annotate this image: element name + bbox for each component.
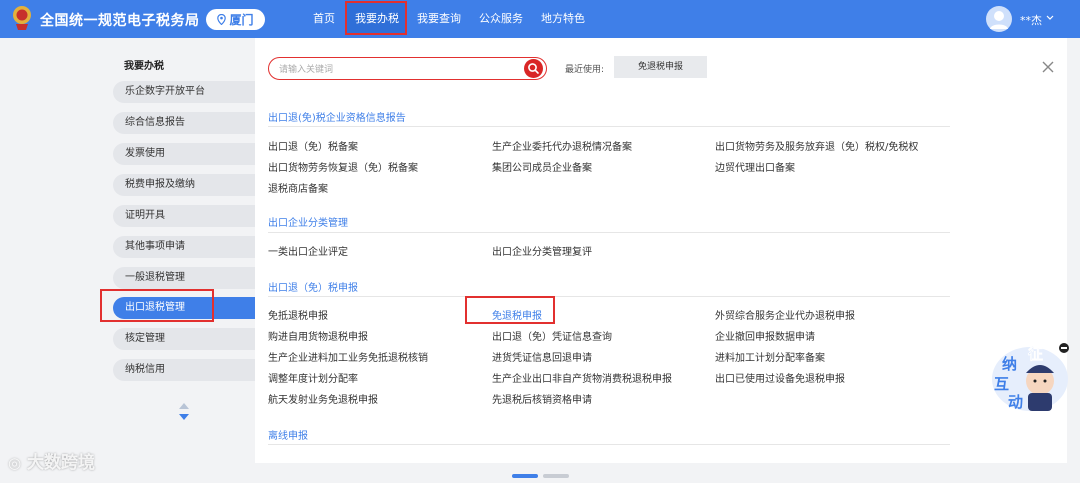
menu-link[interactable]: 生产企业出口非自产货物消费税退税申报 <box>492 370 672 385</box>
sidebar-item-other-requests[interactable]: 其他事项申请 <box>113 236 255 258</box>
user-name[interactable]: **杰 <box>1020 12 1042 28</box>
sidebar-item-tax-credit[interactable]: 纳税信用 <box>113 359 255 381</box>
location-pin-icon <box>217 14 227 25</box>
city-selector[interactable]: 厦门 <box>206 9 265 30</box>
search-input[interactable] <box>277 60 516 79</box>
nav-public-service[interactable]: 公众服务 <box>479 0 523 38</box>
menu-link[interactable]: 边贸代理出口备案 <box>715 159 795 174</box>
sidebar-item-invoice[interactable]: 发票使用 <box>113 143 255 165</box>
close-icon[interactable] <box>1042 61 1054 73</box>
menu-link[interactable]: 生产企业委托代办退税情况备案 <box>492 138 632 153</box>
menu-link[interactable]: 先退税后核销资格申请 <box>492 391 592 406</box>
chevron-down-icon[interactable] <box>1046 11 1054 25</box>
menu-link[interactable]: 企业撤回申报数据申请 <box>715 328 815 343</box>
menu-link[interactable]: 集团公司成员企业备案 <box>492 159 592 174</box>
section-divider <box>268 444 950 445</box>
pager-dot-active[interactable] <box>512 474 538 478</box>
nav-tax-handling[interactable]: 我要办税 <box>355 0 399 38</box>
section-divider <box>268 126 950 127</box>
menu-link[interactable]: 购进自用货物退税申报 <box>268 328 368 343</box>
bottom-strip <box>0 463 1080 483</box>
recent-item-chip[interactable]: 免退税申报 <box>614 56 707 78</box>
scroll-arrows-icon[interactable] <box>177 401 191 423</box>
sidebar-item-tax-filing[interactable]: 税费申报及缴纳 <box>113 174 255 196</box>
menu-link[interactable]: 生产企业进料加工业务免抵退税核销 <box>268 349 428 364</box>
link-highlight <box>465 296 555 324</box>
top-navigation-bar: 全国统一规范电子税务局 厦门 首页 我要办税 我要查询 公众服务 地方特色 **… <box>0 0 1080 38</box>
widget-char: 动 <box>1008 393 1024 411</box>
section-title-refund-filing: 出口退（免）税申报 <box>268 283 358 294</box>
city-name: 厦门 <box>229 13 254 27</box>
menu-link[interactable]: 调整年度计划分配率 <box>268 370 358 385</box>
sidebar-active-highlight <box>100 289 214 322</box>
menu-link[interactable]: 出口退（免）凭证信息查询 <box>492 328 612 343</box>
menu-link[interactable]: 退税商店备案 <box>268 180 328 195</box>
section-divider <box>268 232 950 233</box>
search-button[interactable] <box>524 59 543 78</box>
menu-link[interactable]: 外贸综合服务企业代办退税申报 <box>715 307 855 322</box>
menu-link[interactable]: 出口已使用过设备免退税申报 <box>715 370 845 385</box>
pager-dot[interactable] <box>543 474 569 478</box>
site-title[interactable]: 全国统一规范电子税务局 <box>40 10 200 30</box>
section-title-qualification: 出口退(免)税企业资格信息报告 <box>268 113 406 124</box>
watermark-logo: ◎ 大数跨境 <box>8 448 95 473</box>
nav-local-feature[interactable]: 地方特色 <box>541 0 585 38</box>
nav-query[interactable]: 我要查询 <box>417 0 461 38</box>
nav-home[interactable]: 首页 <box>313 0 335 38</box>
menu-link[interactable]: 进料加工计划分配率备案 <box>715 349 825 364</box>
widget-char: 纳 <box>1002 355 1018 373</box>
menu-link[interactable]: 出口货物劳务恢复退（免）税备案 <box>268 159 418 174</box>
user-icon <box>990 11 1008 29</box>
section-divider <box>268 296 950 297</box>
search-icon <box>528 63 539 74</box>
sidebar-heading: 我要办税 <box>124 61 164 72</box>
tax-interaction-widget[interactable]: 征 纳 互 动 <box>990 343 1070 413</box>
widget-char: 征 <box>1028 345 1044 364</box>
menu-link[interactable]: 一类出口企业评定 <box>268 243 348 258</box>
recent-use-label: 最近使用: <box>565 65 605 75</box>
menu-link[interactable]: 免抵退税申报 <box>268 307 328 322</box>
tax-emblem-icon <box>13 6 31 30</box>
watermark-icon: ◎ <box>8 454 22 472</box>
user-avatar[interactable] <box>986 6 1012 32</box>
section-title-classification: 出口企业分类管理 <box>268 218 348 229</box>
menu-link[interactable]: 出口退（免）税备案 <box>268 138 358 153</box>
sidebar-item-general-refund[interactable]: 一般退税管理 <box>113 267 255 289</box>
search-field[interactable] <box>268 57 547 80</box>
sidebar-item-assessment[interactable]: 核定管理 <box>113 328 255 350</box>
sidebar-item-info-report[interactable]: 综合信息报告 <box>113 112 255 134</box>
widget-char: 互 <box>994 375 1010 393</box>
menu-link[interactable]: 出口企业分类管理复评 <box>492 243 592 258</box>
section-title-offline-filing: 离线申报 <box>268 431 308 442</box>
menu-link[interactable]: 出口货物劳务及服务放弃退（免）税权/免税权 <box>715 138 918 153</box>
sidebar-item-leqi-platform[interactable]: 乐企数字开放平台 <box>113 81 255 103</box>
menu-link[interactable]: 进货凭证信息回退申请 <box>492 349 592 364</box>
sidebar-item-certificate[interactable]: 证明开具 <box>113 205 255 227</box>
watermark-text: 大数跨境 <box>27 453 96 473</box>
menu-link[interactable]: 航天发射业务免退税申报 <box>268 391 378 406</box>
